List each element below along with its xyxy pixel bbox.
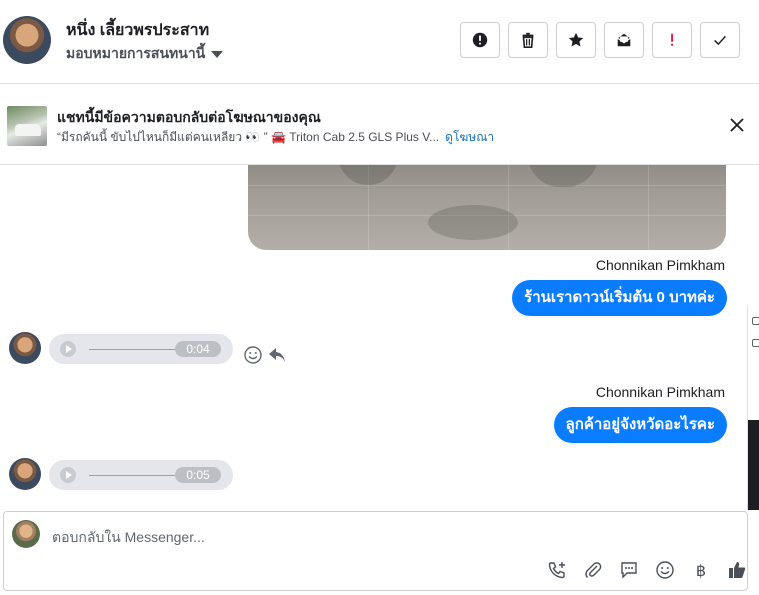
ad-thumbnail[interactable] bbox=[7, 106, 47, 146]
thumbs-up-icon bbox=[729, 562, 746, 578]
chat-bubble-icon bbox=[621, 562, 637, 579]
caret-down-icon bbox=[211, 50, 224, 58]
outgoing-message[interactable]: ร้านเราดาวน์เริ่มต้น 0 บาทค่ะ bbox=[512, 280, 727, 316]
mail-open-icon bbox=[617, 33, 631, 47]
smiley-icon[interactable] bbox=[243, 345, 263, 365]
play-icon[interactable] bbox=[60, 341, 76, 357]
mark-unread-button[interactable] bbox=[604, 22, 644, 58]
audio-duration: 0:05 bbox=[175, 467, 221, 483]
paperclip-icon bbox=[585, 562, 602, 578]
shared-photo[interactable] bbox=[248, 165, 726, 250]
ad-banner-subtitle: “มีรถคันนี้ ขับไปไหนก็มีแต่คนเหลียว 👀 ” … bbox=[57, 128, 494, 147]
contact-name[interactable]: หนึ่ง เลี้ยวพรประสาท bbox=[66, 18, 209, 43]
saved-replies-button[interactable] bbox=[618, 559, 640, 581]
alert-circle-icon bbox=[472, 32, 488, 48]
voice-message[interactable]: 0:04 bbox=[49, 334, 233, 364]
mark-spam-button[interactable] bbox=[460, 22, 500, 58]
side-panel-edge bbox=[747, 305, 759, 510]
audio-duration: 0:04 bbox=[175, 341, 221, 357]
delete-button[interactable] bbox=[508, 22, 548, 58]
panel-icon[interactable] bbox=[752, 339, 759, 347]
attach-button[interactable] bbox=[582, 559, 604, 581]
like-button[interactable] bbox=[726, 559, 748, 581]
check-icon bbox=[714, 35, 726, 46]
ad-banner-title: แชทนี้มีข้อความตอบกลับต่อโฆษณาของคุณ bbox=[57, 109, 321, 125]
reply-icon[interactable] bbox=[267, 345, 287, 365]
sender-name: Chonnikan Pimkham bbox=[595, 257, 725, 273]
contact-avatar-small bbox=[9, 332, 41, 364]
follow-up-button[interactable] bbox=[652, 22, 692, 58]
ad-quote: “มีรถคันนี้ ขับไปไหนก็มีแต่คนเหลียว 👀 ” … bbox=[57, 130, 440, 144]
assign-label: มอบหมายการสนทนานี้ bbox=[66, 45, 206, 61]
side-panel-dark-area bbox=[748, 420, 759, 510]
contact-avatar-small bbox=[9, 458, 41, 490]
panel-icon[interactable] bbox=[752, 317, 759, 325]
sender-name: Chonnikan Pimkham bbox=[595, 384, 725, 400]
voice-message[interactable]: 0:05 bbox=[49, 460, 233, 490]
mark-done-button[interactable] bbox=[700, 22, 740, 58]
audio-progress-track[interactable] bbox=[89, 475, 189, 476]
star-button[interactable] bbox=[556, 22, 596, 58]
reply-composer: ตอบกลับใน Messenger... ฿ bbox=[3, 511, 748, 591]
close-icon[interactable] bbox=[729, 117, 745, 133]
call-add-button[interactable] bbox=[546, 559, 568, 581]
outgoing-message[interactable]: ลูกค้าอยู่จังหวัดอะไรคะ bbox=[553, 407, 727, 443]
play-icon[interactable] bbox=[60, 467, 76, 483]
star-icon bbox=[568, 32, 584, 47]
trash-icon bbox=[522, 32, 534, 49]
message-thread[interactable]: Chonnikan Pimkham ร้านเราดาวน์เริ่มต้น 0… bbox=[0, 165, 759, 510]
reply-input[interactable]: ตอบกลับใน Messenger... bbox=[52, 527, 205, 549]
ad-reply-banner: แชทนี้มีข้อความตอบกลับต่อโฆษณาของคุณ “มี… bbox=[0, 85, 759, 165]
exclamation-icon bbox=[671, 33, 674, 46]
view-ad-link[interactable]: ดูโฆษณา bbox=[445, 130, 494, 144]
audio-progress-track[interactable] bbox=[89, 349, 189, 350]
emoji-button[interactable] bbox=[654, 559, 676, 581]
contact-avatar[interactable] bbox=[3, 16, 51, 64]
phone-plus-icon bbox=[548, 562, 565, 579]
baht-icon: ฿ bbox=[695, 560, 707, 580]
payment-button[interactable]: ฿ bbox=[690, 559, 712, 581]
messenger-conversation: หนึ่ง เลี้ยวพรประสาท มอบหมายการสนทนานี้ bbox=[0, 0, 759, 595]
page-avatar bbox=[12, 520, 40, 548]
assign-conversation-dropdown[interactable]: มอบหมายการสนทนานี้ bbox=[66, 43, 224, 65]
emoji-icon bbox=[656, 561, 674, 579]
conversation-header: หนึ่ง เลี้ยวพรประสาท มอบหมายการสนทนานี้ bbox=[0, 0, 759, 84]
